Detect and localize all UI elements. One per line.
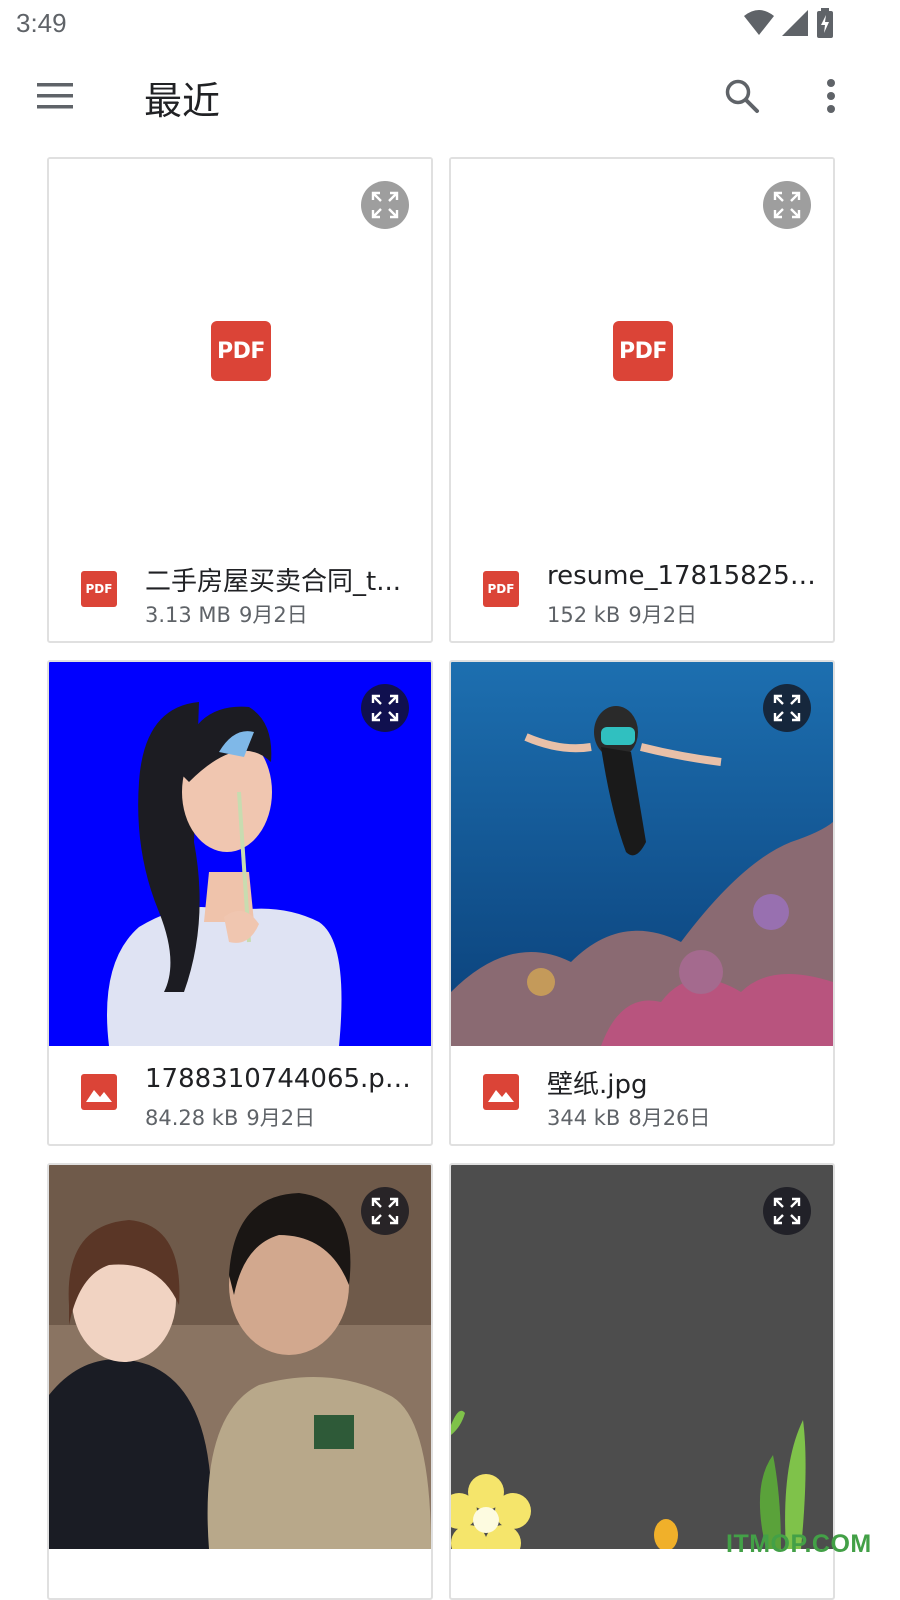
status-icons bbox=[744, 8, 834, 38]
app-bar: 最近 bbox=[0, 48, 900, 144]
file-size: 3.13 MB bbox=[145, 603, 231, 627]
file-meta: 1788310744065.png 84.28 kB 9月2日 bbox=[49, 1046, 431, 1142]
menu-button[interactable] bbox=[22, 66, 88, 126]
file-name: resume_178158251... bbox=[547, 561, 817, 591]
file-meta: PDF resume_178158251... 152 kB 9月2日 bbox=[451, 543, 833, 639]
expand-button[interactable] bbox=[763, 1187, 811, 1235]
pdf-icon: PDF bbox=[613, 321, 673, 381]
more-options-button[interactable] bbox=[806, 66, 856, 126]
file-meta: 壁纸.jpg 344 kB 8月26日 bbox=[451, 1046, 833, 1142]
file-size: 344 kB bbox=[547, 1106, 621, 1130]
expand-button[interactable] bbox=[361, 684, 409, 732]
file-size: 84.28 kB bbox=[145, 1106, 239, 1130]
file-date: 9月2日 bbox=[628, 603, 698, 627]
image-icon bbox=[81, 1074, 117, 1110]
fullscreen-icon bbox=[773, 1197, 801, 1225]
wifi-icon bbox=[744, 10, 774, 35]
battery-charging-icon bbox=[817, 8, 833, 38]
more-vert-icon bbox=[827, 79, 835, 113]
signal-icon bbox=[782, 10, 808, 36]
file-name: 二手房屋买卖合同_t... bbox=[145, 567, 401, 597]
file-size: 152 kB bbox=[547, 603, 621, 627]
file-name: 壁纸.jpg bbox=[547, 1070, 648, 1100]
file-card[interactable]: 壁纸.jpg 344 kB 8月26日 bbox=[449, 660, 835, 1146]
page-title: 最近 bbox=[144, 79, 221, 123]
file-name: 1788310744065.png bbox=[145, 1064, 415, 1094]
file-date: 8月26日 bbox=[628, 1106, 711, 1130]
expand-button[interactable] bbox=[763, 684, 811, 732]
file-details: 3.13 MB 9月2日 bbox=[145, 599, 308, 629]
expand-button[interactable] bbox=[361, 181, 409, 229]
fullscreen-icon bbox=[773, 694, 801, 722]
file-meta: PDF 二手房屋买卖合同_t... 3.13 MB 9月2日 bbox=[49, 543, 431, 639]
pdf-icon: PDF bbox=[483, 571, 519, 607]
fullscreen-icon bbox=[371, 694, 399, 722]
file-card[interactable]: PDF PDF resume_178158251... 152 kB 9月2日 bbox=[449, 157, 835, 643]
file-card[interactable]: PDF PDF 二手房屋买卖合同_t... 3.13 MB 9月2日 bbox=[47, 157, 433, 643]
status-time: 3:49 bbox=[16, 8, 67, 38]
expand-button[interactable] bbox=[361, 1187, 409, 1235]
file-date: 9月2日 bbox=[238, 603, 308, 627]
pdf-icon: PDF bbox=[211, 321, 271, 381]
file-card[interactable] bbox=[47, 1163, 433, 1600]
file-date: 9月2日 bbox=[246, 1106, 316, 1130]
fullscreen-icon bbox=[371, 1197, 399, 1225]
pdf-icon: PDF bbox=[81, 571, 117, 607]
file-card[interactable]: 1788310744065.png 84.28 kB 9月2日 bbox=[47, 660, 433, 1146]
fullscreen-icon bbox=[773, 191, 801, 219]
menu-icon bbox=[37, 83, 73, 109]
status-bar: 3:49 bbox=[0, 0, 900, 48]
file-details: 344 kB 8月26日 bbox=[547, 1102, 710, 1132]
watermark: ITMOP.COM bbox=[726, 1530, 872, 1558]
file-details: 84.28 kB 9月2日 bbox=[145, 1102, 315, 1132]
fullscreen-icon bbox=[371, 191, 399, 219]
image-icon bbox=[483, 1074, 519, 1110]
expand-button[interactable] bbox=[763, 181, 811, 229]
search-icon bbox=[725, 79, 759, 113]
file-details: 152 kB 9月2日 bbox=[547, 599, 697, 629]
search-button[interactable] bbox=[712, 66, 772, 126]
